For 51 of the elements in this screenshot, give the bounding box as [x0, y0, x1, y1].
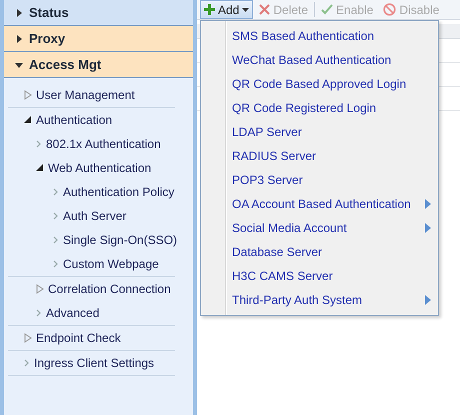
chevron-icon [53, 212, 59, 220]
tree-item[interactable]: User Management [4, 83, 135, 107]
menu-item[interactable]: Third-Party Auth System [201, 288, 438, 312]
submenu-arrow-icon [425, 199, 431, 209]
tree-item[interactable]: Custom Webpage [4, 252, 159, 276]
chevron-icon [53, 236, 59, 244]
chevron-icon [53, 188, 59, 196]
collapsed-arrow-icon [15, 8, 23, 16]
sidebar-section[interactable]: Proxy [4, 26, 193, 52]
collapsed-arrow-icon [15, 34, 23, 42]
collapsed-triangle-icon [24, 90, 32, 100]
plus-icon [204, 4, 215, 15]
menu-item[interactable]: OA Account Based Authentication [201, 192, 438, 216]
tree-item[interactable]: 802.1x Authentication [4, 132, 161, 156]
tree-item[interactable]: Endpoint Check [4, 326, 121, 350]
menu-item[interactable]: RADIUS Server [201, 144, 438, 168]
sidebar-section[interactable]: Access Mgt [4, 52, 193, 78]
chevron-icon [53, 260, 59, 268]
tree-item[interactable]: Advanced [4, 301, 100, 325]
checkmark-icon [321, 4, 334, 15]
tree-item[interactable]: Correlation Connection [4, 277, 171, 301]
menu-item[interactable]: Database Server [201, 240, 438, 264]
submenu-arrow-icon [425, 295, 431, 305]
expanded-arrow-icon [15, 60, 23, 68]
menu-item[interactable]: LDAP Server [201, 120, 438, 144]
chevron-icon [36, 309, 42, 317]
collapsed-triangle-icon [24, 333, 32, 343]
tree-item[interactable]: Authentication Policy [4, 180, 174, 204]
tree-item[interactable]: Auth Server [4, 204, 126, 228]
chevron-icon [24, 359, 30, 367]
expanded-triangle-icon [36, 164, 44, 172]
menu-item[interactable]: QR Code Registered Login [201, 96, 438, 120]
tree-item[interactable]: Web Authentication [4, 156, 152, 180]
chevron-icon [36, 140, 42, 148]
collapsed-triangle-icon [36, 284, 44, 294]
expanded-triangle-icon [24, 116, 32, 124]
close-icon [259, 4, 270, 15]
menu-item[interactable]: WeChat Based Authentication [201, 48, 438, 72]
menu-item[interactable]: H3C CAMS Server [201, 264, 438, 288]
submenu-arrow-icon [425, 223, 431, 233]
prohibited-icon [383, 3, 396, 16]
menu-item[interactable]: QR Code Based Approved Login [201, 72, 438, 96]
tree-item[interactable]: Single Sign-On(SSO) [4, 228, 178, 252]
sidebar-section[interactable]: Status [4, 0, 193, 26]
tree-item[interactable]: Ingress Client Settings [4, 351, 154, 375]
add-button[interactable]: Add [200, 0, 254, 19]
menu-item[interactable]: POP3 Server [201, 168, 438, 192]
caret-icon [242, 8, 250, 12]
menu-item[interactable]: Social Media Account [201, 216, 438, 240]
menu-item[interactable]: SMS Based Authentication [201, 24, 438, 48]
tree-item[interactable]: Authentication [4, 108, 112, 132]
